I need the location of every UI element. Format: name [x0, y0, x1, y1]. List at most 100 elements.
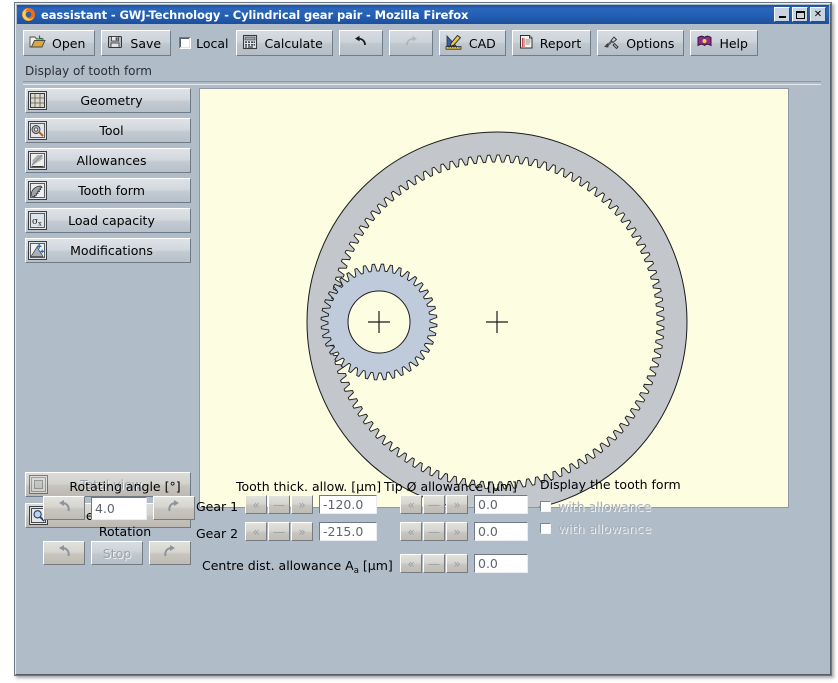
- rotate-ccw-button[interactable]: [43, 496, 85, 520]
- rotate-cw-button[interactable]: [153, 496, 195, 520]
- checkbox-icon: [179, 37, 192, 49]
- local-checkbox[interactable]: Local: [179, 36, 228, 51]
- centre-distance-row: « — » 0.0: [400, 554, 528, 573]
- centre-distance-label-pre: Centre dist. allowance A: [202, 558, 354, 573]
- gear1-tooth-thickness-value[interactable]: -120.0: [319, 495, 377, 514]
- floppy-disk-icon: [107, 34, 124, 53]
- calculate-button[interactable]: Calculate: [236, 30, 333, 56]
- cad-button-label: CAD: [468, 35, 496, 51]
- checkbox-icon: [540, 523, 551, 534]
- open-button[interactable]: Open: [23, 30, 96, 56]
- gear2-tooth-thickness-value[interactable]: -215.0: [319, 522, 377, 541]
- save-button[interactable]: Save: [101, 30, 172, 56]
- sidebar-item-tool[interactable]: Tool: [25, 118, 191, 143]
- rotating-angle-input[interactable]: 4.0: [91, 496, 147, 520]
- options-button[interactable]: Options: [597, 30, 685, 56]
- report-button[interactable]: Report: [511, 30, 592, 56]
- client-area: Open Save Local Calculate CAD Report Opt…: [17, 24, 829, 673]
- square-view-icon: [29, 475, 48, 494]
- gear1-label: Gear 1: [196, 499, 239, 514]
- gear2-label: Gear 2: [196, 526, 239, 541]
- main-toolbar: Open Save Local Calculate CAD Report Opt…: [17, 24, 829, 62]
- save-button-label: Save: [130, 35, 162, 51]
- gear1-tip-diameter-row: « — » 0.0: [400, 495, 528, 514]
- rotation-title: Rotation: [98, 524, 152, 539]
- centre-distance-label: Centre dist. allowance Aa [µm]: [202, 558, 393, 576]
- local-checkbox-label: Local: [196, 35, 229, 51]
- close-button[interactable]: ✕: [810, 7, 826, 22]
- centre-dist-mid-button: —: [423, 554, 445, 573]
- redo-button: [388, 30, 433, 56]
- rotation-cw-button[interactable]: [149, 541, 191, 565]
- grid-table-icon: [28, 91, 47, 110]
- gear2-tt-spinner: « — »: [245, 522, 313, 541]
- sigma-x-icon: σ x: [28, 211, 47, 230]
- gear2-tooth-thickness-row: « — » -215.0: [245, 522, 377, 541]
- gear1-tooth-thickness-row: « — » -120.0: [245, 495, 377, 514]
- report-document-icon: [518, 34, 534, 53]
- gear2-tip-spinner: « — »: [400, 522, 468, 541]
- calculator-icon: [242, 34, 258, 53]
- sidebar-item-label: Geometry: [80, 93, 143, 108]
- gear1-tip-prev-button: «: [400, 495, 422, 514]
- display-tooth-form-group: Display the tooth form with allowance wi…: [540, 477, 790, 536]
- help-button[interactable]: Help: [690, 30, 758, 56]
- centre-distance-value[interactable]: 0.0: [474, 554, 528, 573]
- gear2-tt-mid-button: —: [268, 522, 290, 541]
- gear1-tip-diameter-value[interactable]: 0.0: [474, 495, 528, 514]
- sidebar-item-label: Load capacity: [68, 213, 155, 228]
- rotate-cw-icon: [165, 499, 183, 517]
- sidebar-item-tooth-form[interactable]: Tooth form: [25, 178, 191, 203]
- sidebar-item-geometry[interactable]: Geometry: [25, 88, 191, 113]
- rotation-ccw-button[interactable]: [43, 541, 85, 565]
- gear2-tip-mid-button: —: [423, 522, 445, 541]
- gear1-tip-spinner: « — »: [400, 495, 468, 514]
- gear-pair-svg: [306, 131, 688, 507]
- cad-button[interactable]: CAD: [438, 30, 506, 56]
- rotating-angle-controls: 4.0: [43, 496, 195, 520]
- tooth-profile-icon: [28, 181, 47, 200]
- display-tooth-form-title: Display the tooth form: [540, 477, 681, 492]
- checkbox-icon: [540, 501, 551, 512]
- sidebar-nav: Geometry Tool Allowances Tooth form σ x …: [25, 88, 191, 268]
- help-button-label: Help: [719, 35, 748, 51]
- maximize-button[interactable]: [792, 7, 808, 22]
- window-title: eassistant - GWJ-Technology - Cylindrica…: [41, 7, 469, 22]
- centre-dist-next-button: »: [446, 554, 468, 573]
- undo-button[interactable]: [338, 30, 383, 56]
- cad-pencil-ruler-icon: [445, 34, 463, 53]
- gear1-tt-mid-button: —: [268, 495, 290, 514]
- centre-dist-prev-button: «: [400, 554, 422, 573]
- with-allowance-label-2: with allowance: [558, 521, 652, 536]
- rotate-ccw-icon: [55, 499, 73, 517]
- sidebar-item-allowances[interactable]: Allowances: [25, 148, 191, 173]
- firefox-icon: [21, 7, 36, 22]
- gear1-tt-prev-button: «: [245, 495, 267, 514]
- gear1-tip-next-button: »: [446, 495, 468, 514]
- centre-distance-spinner: « — »: [400, 554, 468, 573]
- with-allowance-checkbox-2: with allowance: [540, 521, 790, 536]
- sidebar-item-modifications[interactable]: Modifications: [25, 238, 191, 263]
- sidebar-item-label: Tool: [99, 123, 124, 138]
- group-divider: [23, 81, 821, 85]
- rotating-angle-title: Rotating angle [°]: [69, 479, 181, 494]
- open-button-label: Open: [52, 35, 86, 51]
- rotate-ccw-icon: [55, 544, 73, 562]
- gear2-tip-diameter-value[interactable]: 0.0: [474, 522, 528, 541]
- redo-arrow-icon: [402, 35, 420, 52]
- gear2-tip-diameter-row: « — » 0.0: [400, 522, 528, 541]
- minimize-button[interactable]: [774, 7, 790, 22]
- application-window: eassistant - GWJ-Technology - Cylindrica…: [0, 0, 838, 683]
- undo-arrow-icon: [352, 35, 370, 52]
- main-window: eassistant - GWJ-Technology - Cylindrica…: [14, 2, 832, 676]
- open-folder-icon: [29, 34, 46, 53]
- gear1-tt-spinner: « — »: [245, 495, 313, 514]
- gear2-tt-prev-button: «: [245, 522, 267, 541]
- allowance-chart-icon: [28, 151, 47, 170]
- tooth-form-drawing[interactable]: [199, 88, 789, 508]
- options-button-label: Options: [626, 35, 675, 51]
- window-controls: ✕: [774, 7, 826, 22]
- gear2-tip-prev-button: «: [400, 522, 422, 541]
- with-allowance-label-1: with allowance: [558, 499, 652, 514]
- sidebar-item-load-capacity[interactable]: σ x Load capacity: [25, 208, 191, 233]
